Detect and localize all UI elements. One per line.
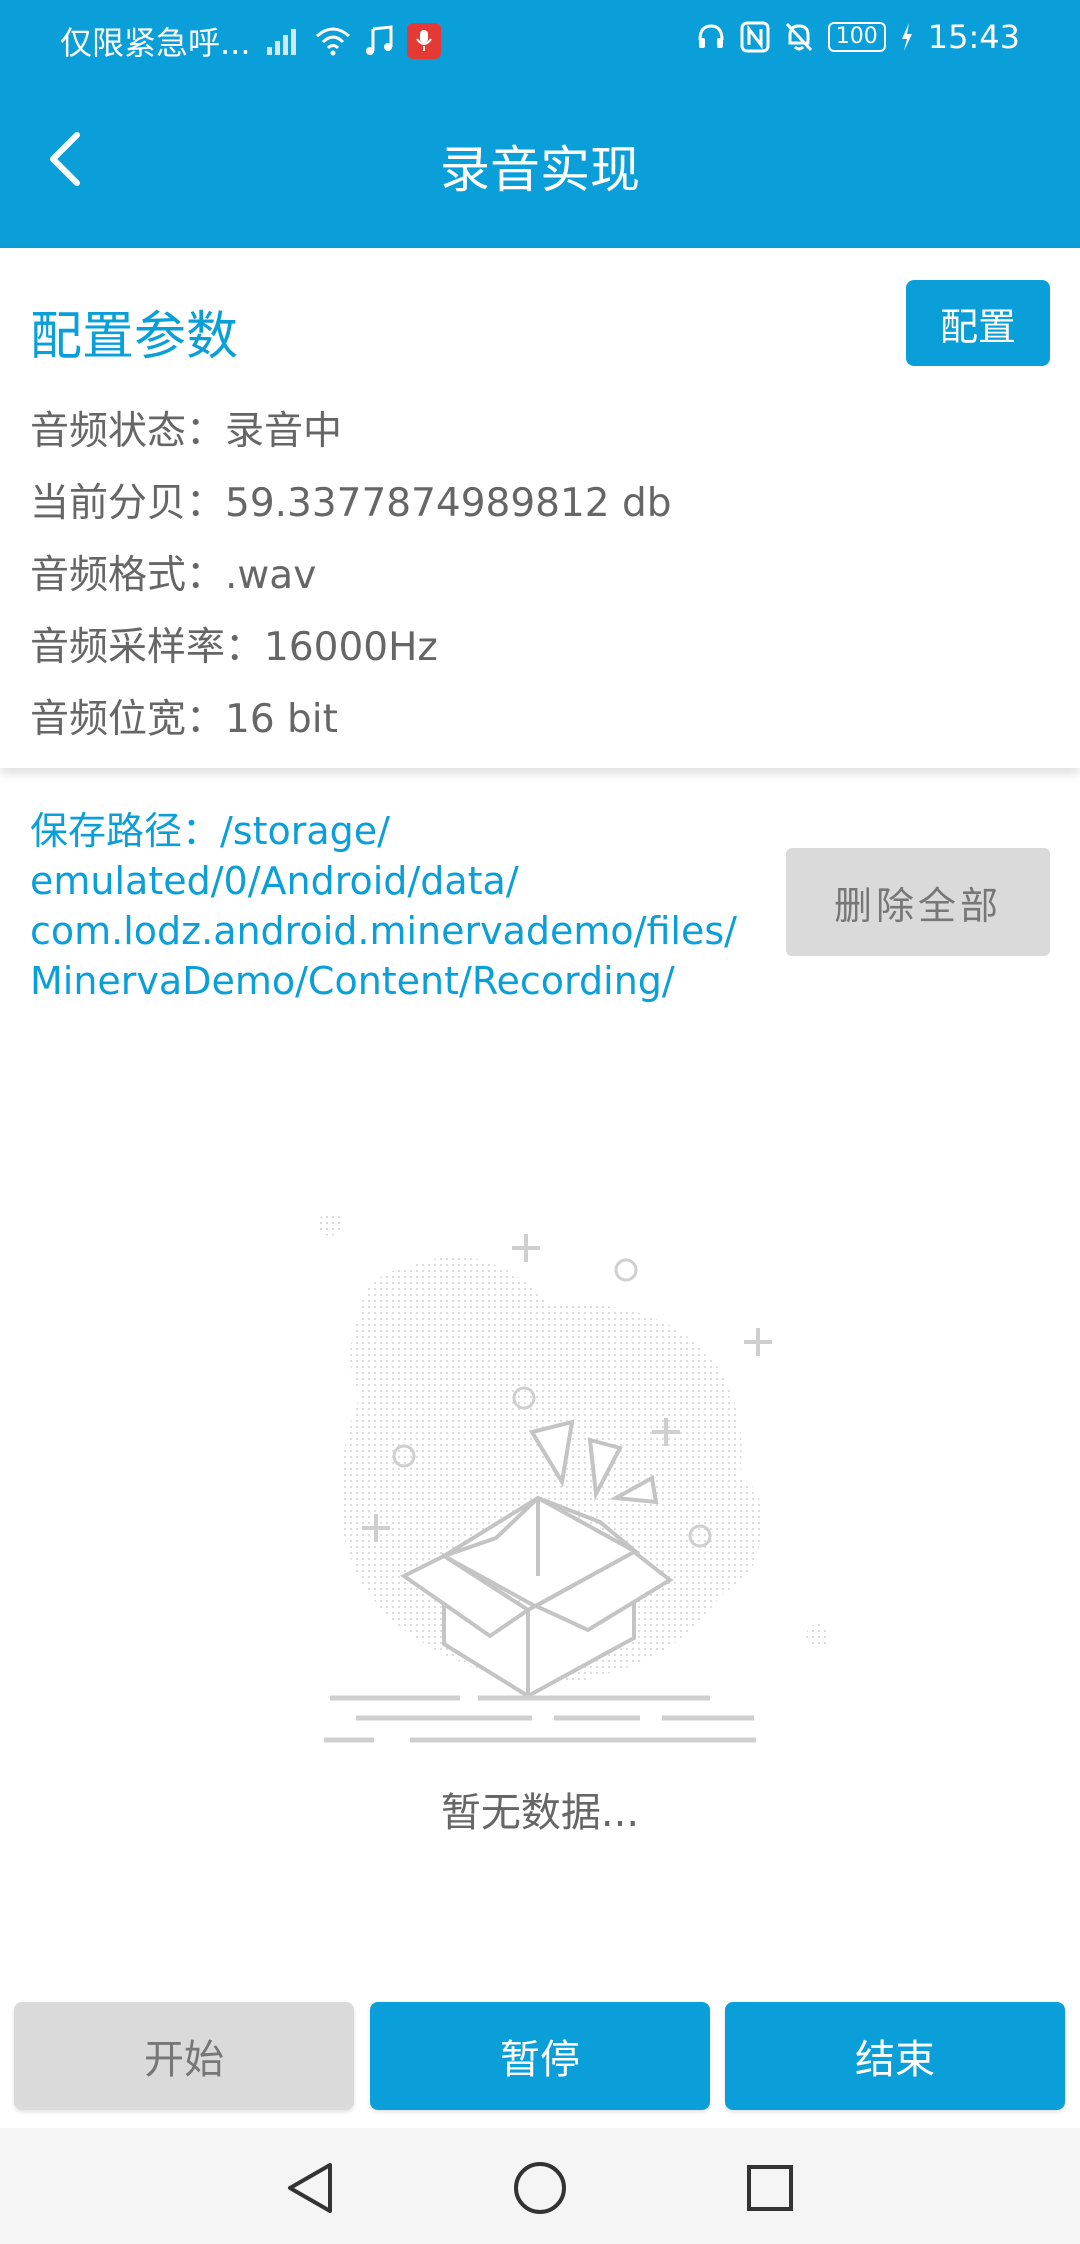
app-toolbar: 录音实现	[0, 80, 1080, 248]
wifi-icon	[315, 27, 350, 56]
audio-status-row: 音频状态：录音中	[30, 409, 343, 454]
status-bar: 仅限紧急呼... 100 15:43	[0, 0, 1080, 80]
save-path-line: 保存路径：/storage/	[30, 809, 390, 853]
square-recents-icon	[747, 2165, 793, 2211]
config-button[interactable]: 配置	[906, 280, 1050, 366]
page-title: 录音实现	[440, 141, 640, 199]
config-card: 配置参数 配置 音频状态：录音中 当前分贝：59.3377874989812 d…	[0, 248, 1080, 768]
sample-rate-row: 音频采样率：16000Hz	[30, 625, 438, 670]
empty-state-text: 暂无数据...	[440, 1790, 640, 1836]
status-right: 100 15:43	[696, 18, 1020, 56]
nav-recents-button[interactable]	[740, 2158, 800, 2218]
battery-icon: 100	[827, 22, 886, 52]
stop-button[interactable]: 结束	[725, 2002, 1065, 2110]
config-title: 配置参数	[30, 307, 239, 367]
save-path: 保存路径：/storage/ emulated/0/Android/data/ …	[30, 806, 760, 1006]
circle-home-icon	[514, 2162, 566, 2214]
charging-icon	[901, 23, 912, 51]
decibel-row: 当前分贝：59.3377874989812 db	[30, 481, 672, 526]
bit-depth-row: 音频位宽：16 bit	[30, 697, 338, 742]
signal-icon	[266, 29, 296, 55]
system-nav-bar	[0, 2128, 1080, 2244]
nav-back-button[interactable]	[280, 2158, 340, 2218]
clock-time: 15:43	[927, 18, 1020, 56]
triangle-back-icon	[288, 2163, 332, 2213]
save-path-line: MinervaDemo/Content/Recording/	[30, 959, 675, 1003]
audio-format-row: 音频格式：.wav	[30, 553, 317, 598]
mute-bell-icon	[785, 22, 812, 52]
pause-button[interactable]: 暂停	[370, 2002, 710, 2110]
nav-home-button[interactable]	[510, 2158, 570, 2218]
headset-icon	[698, 24, 724, 48]
carrier-text: 仅限紧急呼...	[60, 24, 251, 62]
nfc-icon	[740, 21, 770, 53]
start-button[interactable]: 开始	[14, 2002, 354, 2110]
microphone-icon	[406, 23, 441, 59]
save-path-line: com.lodz.android.minervademo/files/	[30, 909, 737, 953]
delete-all-button[interactable]: 删除全部	[786, 848, 1050, 956]
save-path-line: emulated/0/Android/data/	[30, 859, 519, 903]
status-left: 仅限紧急呼...	[60, 18, 441, 64]
music-note-icon	[365, 25, 393, 55]
empty-box-illustration	[318, 1212, 830, 1743]
